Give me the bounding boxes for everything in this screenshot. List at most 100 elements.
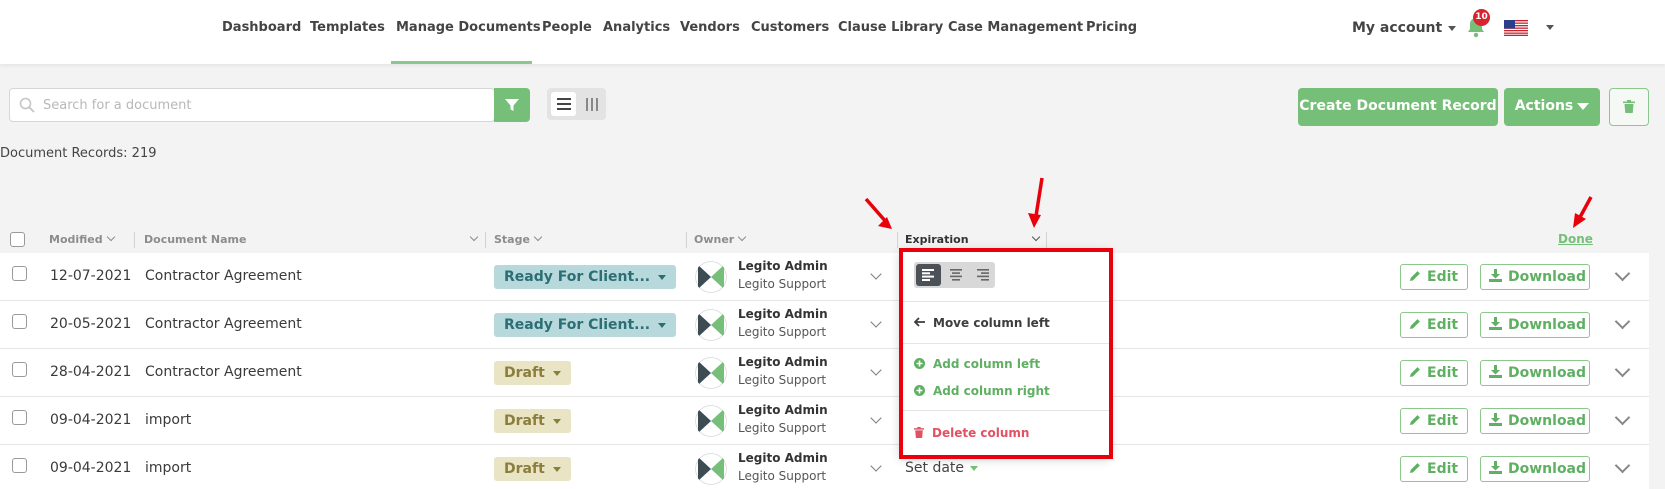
stage-badge[interactable]: Draft [494, 457, 571, 481]
stage-label: Ready For Client... [504, 269, 651, 285]
set-expiration-date[interactable]: Set date [905, 460, 979, 476]
edit-label: Edit [1427, 317, 1459, 333]
modified-date: 12-07-2021 [50, 268, 132, 284]
caret-down-icon [658, 274, 667, 280]
done-editing-columns-link[interactable]: Done [1558, 232, 1593, 246]
stage-label: Ready For Client... [504, 317, 651, 333]
document-name[interactable]: Contractor Agreement [145, 268, 302, 284]
language-dropdown-icon[interactable] [1546, 25, 1554, 30]
pencil-icon [1410, 366, 1420, 377]
column-divider[interactable] [686, 232, 687, 248]
download-button[interactable]: Download [1480, 360, 1590, 386]
nav-vendors[interactable]: Vendors [680, 18, 740, 38]
stage-badge[interactable]: Ready For Client... [494, 313, 677, 337]
column-header-expiration[interactable]: Expiration [905, 233, 969, 246]
annotation-arrow [1028, 177, 1044, 228]
modified-date: 28-04-2021 [50, 364, 132, 380]
pencil-icon [1410, 414, 1420, 425]
download-button[interactable]: Download [1480, 312, 1590, 338]
my-account-label: My account [1352, 20, 1443, 36]
document-name[interactable]: Contractor Agreement [145, 316, 302, 332]
edit-label: Edit [1427, 365, 1459, 381]
avatar [695, 261, 727, 293]
filter-icon [505, 99, 519, 111]
nav-customers[interactable]: Customers [751, 18, 829, 38]
owner-name: Legito Admin [738, 355, 828, 369]
my-account-menu[interactable]: My account [1352, 18, 1457, 38]
row-checkbox[interactable] [12, 458, 27, 473]
download-button[interactable]: Download [1480, 264, 1590, 290]
download-label: Download [1508, 461, 1587, 477]
column-divider[interactable] [1046, 232, 1047, 248]
column-header-modified[interactable]: Modified [49, 232, 115, 247]
nav-analytics[interactable]: Analytics [603, 18, 670, 38]
filter-button[interactable] [494, 88, 530, 122]
owner-name: Legito Admin [738, 403, 828, 417]
edit-label: Edit [1427, 413, 1459, 429]
edit-button[interactable]: Edit [1400, 456, 1468, 482]
us-flag-icon[interactable] [1504, 20, 1528, 36]
modified-date: 20-05-2021 [50, 316, 132, 332]
edit-button[interactable]: Edit [1400, 264, 1468, 290]
row-checkbox[interactable] [12, 266, 27, 281]
edit-button[interactable]: Edit [1400, 408, 1468, 434]
download-button[interactable]: Download [1480, 456, 1590, 482]
annotation-highlight-box [899, 248, 1113, 459]
avatar [695, 309, 727, 341]
edit-button[interactable]: Edit [1400, 312, 1468, 338]
pencil-icon [1410, 318, 1420, 329]
create-document-record-button[interactable]: Create Document Record [1298, 88, 1498, 126]
nav-clause-library[interactable]: Clause Library [838, 18, 943, 38]
stage-badge[interactable]: Ready For Client... [494, 265, 677, 289]
owner-name: Legito Admin [738, 307, 828, 321]
nav-case-management[interactable]: Case Management [948, 18, 1083, 38]
column-header-document-name[interactable]: Document Name [144, 233, 246, 247]
row-checkbox[interactable] [12, 362, 27, 377]
nav-pricing[interactable]: Pricing [1086, 18, 1137, 38]
column-divider[interactable] [485, 232, 486, 248]
chevron-down-icon [533, 232, 543, 242]
column-view-button[interactable] [580, 92, 604, 116]
edit-button[interactable]: Edit [1400, 360, 1468, 386]
actions-button[interactable]: Actions [1504, 88, 1600, 126]
select-all-checkbox[interactable] [10, 232, 25, 247]
delete-selected-button[interactable] [1609, 88, 1649, 126]
pencil-icon [1410, 270, 1420, 281]
column-name-sort[interactable] [466, 232, 479, 247]
row-checkbox[interactable] [12, 410, 27, 425]
column-header-stage[interactable]: Stage [494, 232, 543, 247]
nav-people[interactable]: People [542, 18, 592, 38]
document-name[interactable]: import [145, 412, 191, 428]
caret-down-icon [552, 370, 561, 376]
nav-dashboard[interactable]: Dashboard [222, 18, 301, 38]
stage-badge[interactable]: Draft [494, 361, 571, 385]
download-label: Download [1508, 365, 1587, 381]
trash-icon [1623, 100, 1635, 113]
column-divider[interactable] [134, 232, 135, 248]
column-header-stage-label: Stage [494, 233, 530, 246]
list-view-button[interactable] [551, 92, 576, 116]
avatar [695, 453, 727, 485]
expiration-column-menu-toggle[interactable] [1028, 232, 1041, 247]
owner-name: Legito Admin [738, 451, 828, 465]
row-checkbox[interactable] [12, 314, 27, 329]
columns-icon [586, 98, 598, 111]
caret-down-icon [552, 466, 561, 472]
search-input[interactable] [43, 93, 483, 117]
caret-down-icon [552, 418, 561, 424]
pencil-icon [1410, 462, 1420, 473]
stage-label: Draft [504, 413, 545, 429]
avatar [695, 405, 727, 437]
document-name[interactable]: import [145, 460, 191, 476]
caret-down-icon [970, 465, 979, 471]
stage-badge[interactable]: Draft [494, 409, 571, 433]
nav-manage-documents[interactable]: Manage Documents [396, 18, 541, 38]
document-name[interactable]: Contractor Agreement [145, 364, 302, 380]
download-button[interactable]: Download [1480, 408, 1590, 434]
nav-templates[interactable]: Templates [310, 18, 385, 38]
edit-label: Edit [1427, 461, 1459, 477]
column-header-owner[interactable]: Owner [694, 232, 747, 247]
download-label: Download [1508, 413, 1587, 429]
download-label: Download [1508, 269, 1587, 285]
owner-organization: Legito Support [738, 421, 827, 435]
